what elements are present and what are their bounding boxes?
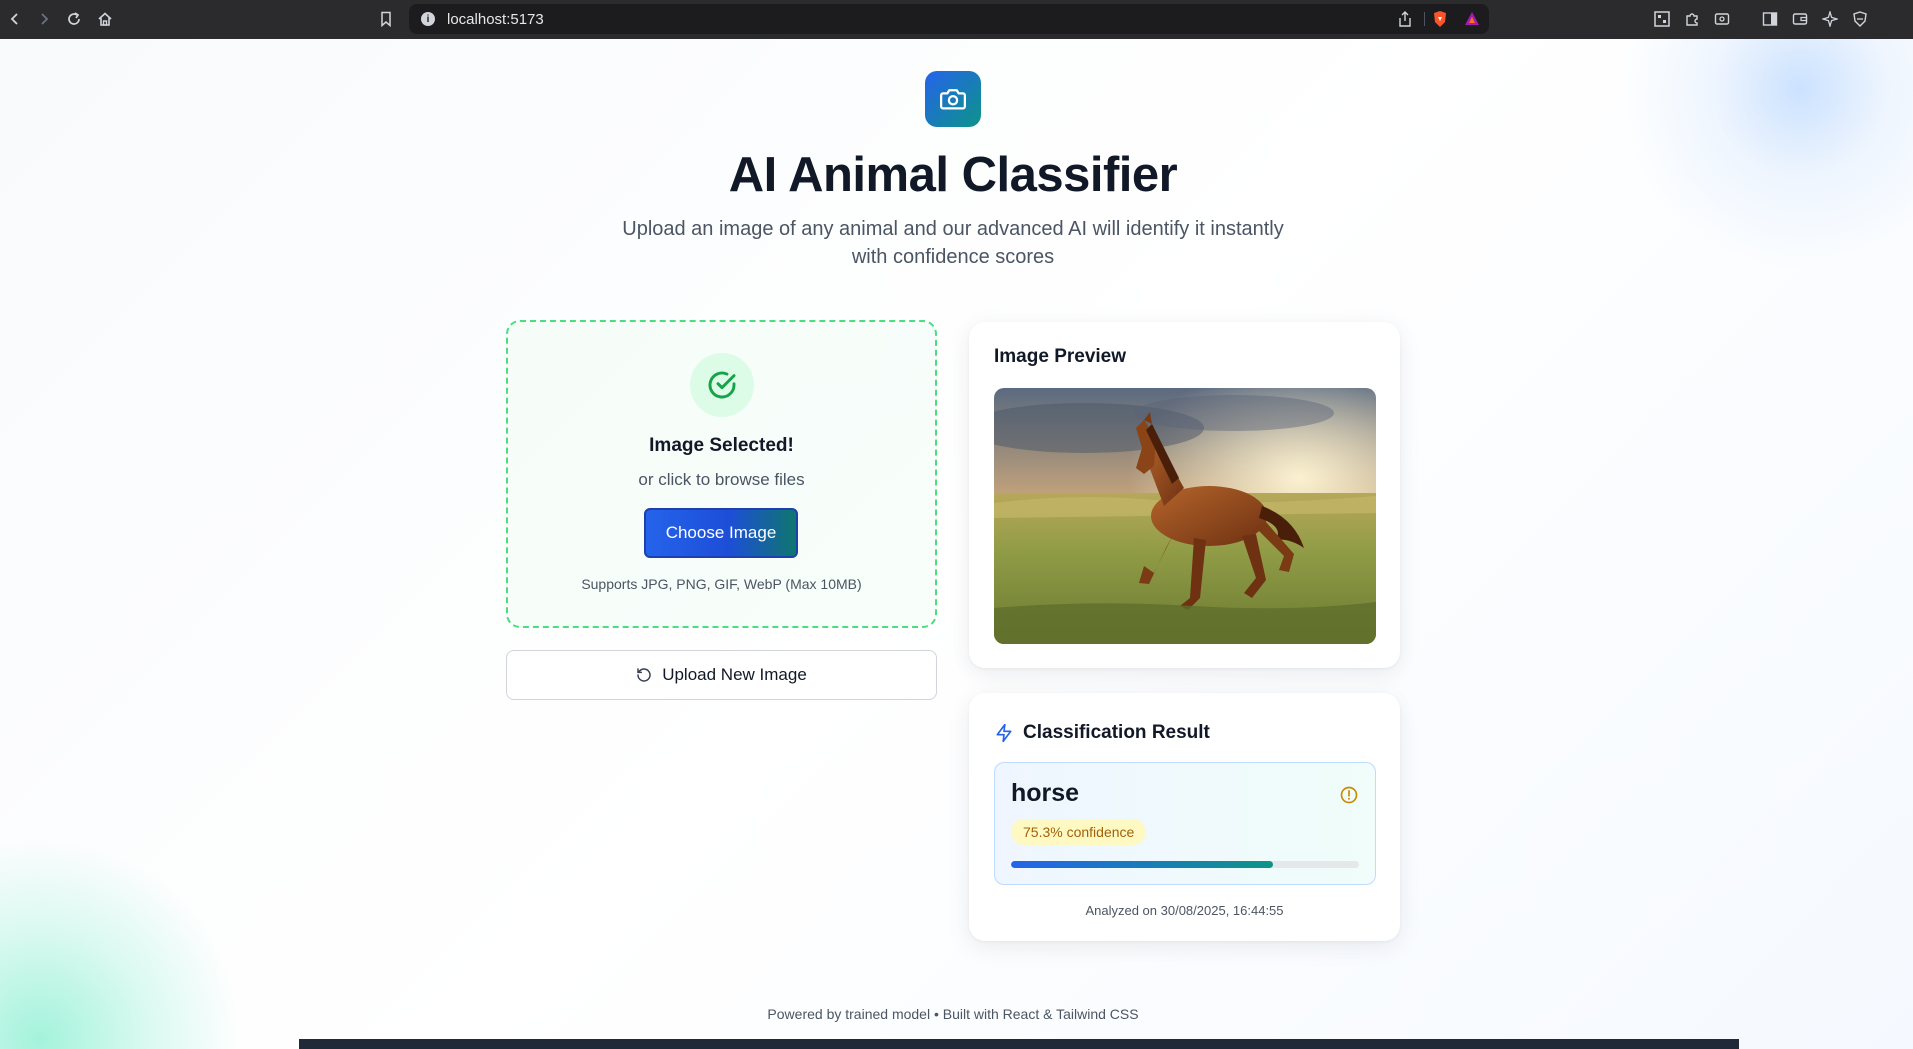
address-bar[interactable]: i localhost:5173: [409, 4, 1489, 34]
check-circle-icon: [708, 371, 736, 399]
extensions-icon[interactable]: [1682, 9, 1702, 29]
browser-toolbar: i localhost:5173: [0, 0, 1913, 39]
divider: [1424, 12, 1425, 26]
page-title: AI Animal Classifier: [728, 148, 1178, 202]
home-icon[interactable]: [94, 8, 116, 30]
site-info-icon[interactable]: i: [421, 12, 435, 26]
analyzed-timestamp: Analyzed on 30/08/2025, 16:44:55: [1085, 903, 1284, 918]
app-logo: [925, 71, 981, 127]
vpn-shield-icon[interactable]: [1850, 9, 1870, 29]
back-icon[interactable]: [4, 8, 26, 30]
url-text: localhost:5173: [447, 11, 544, 28]
choose-image-button[interactable]: Choose Image: [644, 508, 798, 558]
page-subtitle: Upload an image of any animal and our ad…: [622, 218, 1284, 268]
preview-image: [994, 388, 1376, 644]
app-page: AI Animal Classifier Upload an image of …: [0, 39, 1913, 1049]
qr-code-icon[interactable]: [1652, 9, 1672, 29]
rotate-ccw-icon: [637, 668, 651, 682]
supported-formats: Supports JPG, PNG, GIF, WebP (Max 10MB): [581, 576, 862, 592]
wallet-icon[interactable]: [1790, 9, 1810, 29]
footer-text: Powered by trained model • Built with Re…: [767, 1006, 1139, 1022]
bookmark-icon[interactable]: [375, 8, 397, 30]
camera-icon: [940, 89, 966, 110]
leo-ai-icon[interactable]: [1820, 9, 1840, 29]
upload-new-image-label: Upload New Image: [662, 665, 807, 684]
upload-new-image-button[interactable]: Upload New Image: [506, 650, 937, 700]
share-icon[interactable]: [1397, 10, 1413, 33]
upload-dropzone[interactable]: Image Selected! or click to browse files…: [506, 320, 937, 628]
image-preview-card: Image Preview: [969, 322, 1400, 668]
result-header: Classification Result: [994, 722, 1210, 744]
taskbar-edge: [299, 1039, 1739, 1049]
confidence-badge: 75.3% confidence: [1011, 819, 1147, 845]
forward-icon[interactable]: [33, 8, 55, 30]
zap-icon: [996, 723, 1012, 743]
reload-icon[interactable]: [63, 8, 85, 30]
confidence-bar-fill: [1011, 861, 1274, 868]
upload-hint: or click to browse files: [638, 470, 805, 489]
result-title: Classification Result: [1023, 722, 1210, 743]
prediction-box: horse 75.3% confidence: [994, 762, 1376, 885]
classification-result-card: Classification Result horse 75.3% confid…: [969, 693, 1400, 941]
predicted-label: horse: [1011, 779, 1080, 807]
upload-heading: Image Selected!: [649, 435, 794, 456]
brave-rewards-icon[interactable]: [1463, 10, 1481, 33]
sidebar-icon[interactable]: [1760, 9, 1780, 29]
brave-shield-icon[interactable]: [1431, 10, 1449, 33]
confidence-bar: [1011, 861, 1359, 868]
preview-title: Image Preview: [994, 346, 1127, 367]
screenshot-icon[interactable]: [1712, 9, 1732, 29]
alert-circle-icon: [1340, 786, 1358, 804]
success-badge: [690, 353, 754, 417]
